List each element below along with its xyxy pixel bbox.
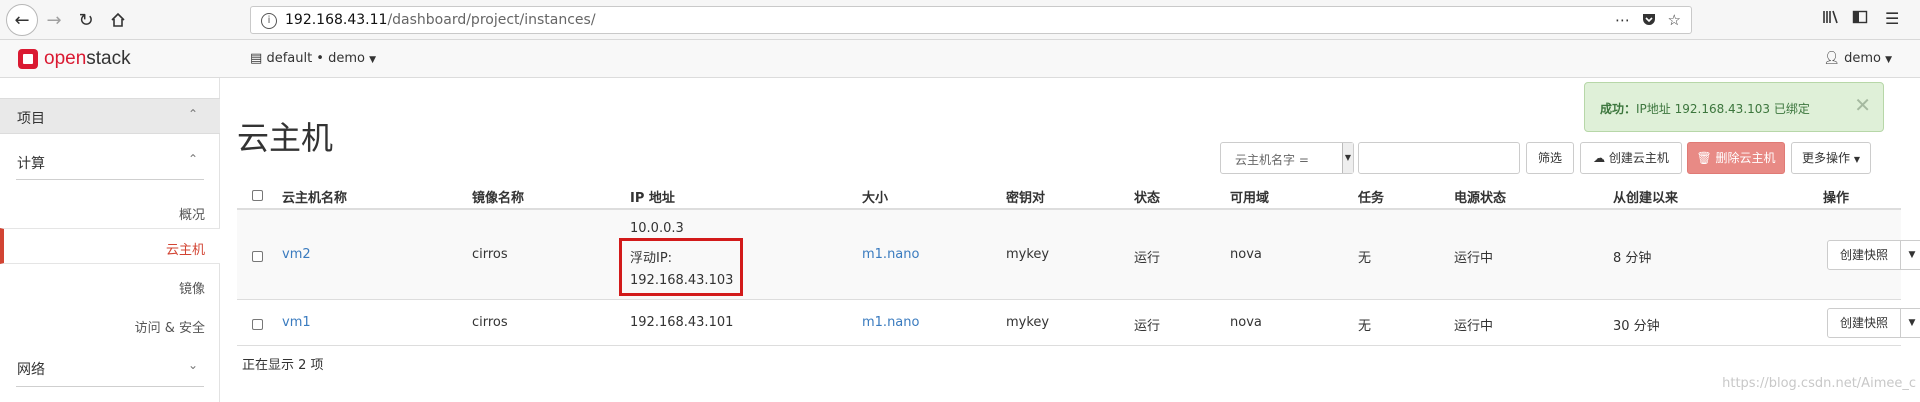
- filter-field-select[interactable]: 云主机名字 = ▼: [1220, 142, 1354, 174]
- column-header[interactable]: 云主机名称: [282, 187, 347, 206]
- sidebar-item-images[interactable]: 镜像: [0, 268, 220, 304]
- page-title: 云主机: [237, 119, 334, 158]
- chevron-up-icon: ⌃: [187, 152, 198, 166]
- row-actions-dropdown[interactable]: ▼: [1900, 308, 1920, 338]
- url-text[interactable]: 192.168.43.11/dashboard/project/instance…: [285, 12, 596, 28]
- image-name: cirros: [472, 315, 508, 330]
- flavor-link[interactable]: m1.nano: [862, 247, 919, 262]
- more-dots-icon[interactable]: ⋯: [1615, 11, 1631, 29]
- sidebar-section-compute[interactable]: 计算 ⌃: [0, 144, 220, 180]
- sidebar-item-overview[interactable]: 概况: [0, 194, 220, 230]
- project-icon: ▤: [250, 51, 263, 66]
- power-state: 运行中: [1454, 319, 1494, 334]
- column-header[interactable]: 任务: [1358, 187, 1384, 206]
- filter-button[interactable]: 筛选: [1526, 142, 1574, 174]
- sidebar-item-instances[interactable]: 云主机: [0, 228, 220, 264]
- openstack-logo-icon: [18, 49, 38, 69]
- task: 无: [1358, 319, 1372, 334]
- caret-down-icon: ▼: [1853, 155, 1860, 164]
- openstack-logo[interactable]: openstack: [18, 48, 131, 70]
- reload-icon[interactable]: ↻: [72, 6, 100, 34]
- column-header[interactable]: 密钥对: [1006, 187, 1045, 206]
- status: 运行: [1134, 251, 1161, 266]
- cloud-upload-icon: ☁: [1593, 151, 1606, 165]
- image-name: cirros: [472, 247, 508, 262]
- row-checkbox[interactable]: [252, 251, 263, 262]
- age: 30 分钟: [1613, 319, 1660, 334]
- sidebar-item-access-security[interactable]: 访问 & 安全: [0, 307, 220, 343]
- item-count: 正在显示 2 项: [242, 358, 324, 373]
- caret-down-icon: ▼: [369, 55, 377, 65]
- caret-down-icon: ▼: [1885, 55, 1892, 65]
- column-header[interactable]: 从创建以来: [1613, 187, 1678, 206]
- star-icon[interactable]: ☆: [1668, 11, 1681, 29]
- task: 无: [1358, 251, 1372, 266]
- delete-instance-button[interactable]: 🗑︎ 删除云主机: [1687, 142, 1785, 174]
- browser-toolbar: ← → ↻ i 192.168.43.11/dashboard/project/…: [0, 0, 1920, 40]
- user-menu[interactable]: 👤︎ demo ▼: [1823, 51, 1892, 66]
- column-header[interactable]: 大小: [862, 187, 888, 206]
- more-actions-button[interactable]: 更多操作 ▼: [1791, 142, 1871, 174]
- watermark: https://blog.csdn.net/Aimee_c: [1722, 376, 1916, 391]
- user-icon: 👤︎: [1823, 51, 1840, 66]
- sidebar: 项目 ⌃ 计算 ⌃ 概况 云主机 镜像 访问 & 安全 网络 ⌄: [0, 78, 220, 402]
- keypair: mykey: [1006, 247, 1050, 262]
- column-header[interactable]: 状态: [1134, 187, 1160, 206]
- fixed-ip: 192.168.43.101: [630, 315, 734, 330]
- column-header[interactable]: 可用域: [1230, 187, 1269, 206]
- address-bar[interactable]: i 192.168.43.11/dashboard/project/instan…: [250, 6, 1692, 34]
- create-snapshot-button[interactable]: 创建快照: [1827, 240, 1901, 270]
- filter-input[interactable]: [1358, 142, 1520, 174]
- status: 运行: [1134, 319, 1161, 334]
- availability-zone: nova: [1230, 247, 1262, 262]
- instance-name-link[interactable]: vm2: [282, 247, 311, 262]
- age: 8 分钟: [1613, 251, 1652, 266]
- availability-zone: nova: [1230, 315, 1262, 330]
- highlight-box: [619, 238, 743, 296]
- divider: [16, 179, 204, 180]
- sidebar-section-project[interactable]: 项目 ⌃: [0, 98, 220, 134]
- back-arrow-icon[interactable]: ←: [6, 4, 38, 36]
- column-header[interactable]: IP 地址: [630, 187, 675, 206]
- success-alert: 成功：IP地址 192.168.43.103 已绑定 ✕: [1584, 82, 1884, 132]
- forward-arrow-icon[interactable]: →: [40, 6, 68, 34]
- column-header[interactable]: 电源状态: [1454, 187, 1506, 206]
- close-icon[interactable]: ✕: [1854, 93, 1871, 117]
- chevron-up-icon: ⌃: [187, 107, 198, 121]
- main-content: 云主机 成功：IP地址 192.168.43.103 已绑定 ✕ 云主机名字 =…: [220, 78, 1920, 402]
- row-checkbox[interactable]: [252, 319, 263, 330]
- trash-icon: 🗑︎: [1696, 151, 1712, 165]
- menu-icon[interactable]: ☰: [1885, 9, 1899, 28]
- table-row: vm1 cirros 192.168.43.101 m1.nano mykey …: [237, 300, 1920, 346]
- sidebar-section-network[interactable]: 网络 ⌄: [0, 350, 220, 386]
- column-header: 操作: [1823, 191, 1850, 206]
- table-header: 云主机名称 镜像名称 IP 地址 大小 密钥对 状态 可用域 任务 电源状态 从…: [237, 180, 1901, 210]
- caret-down-icon: ▼: [1908, 318, 1916, 328]
- home-icon[interactable]: [104, 6, 132, 34]
- top-navbar: openstack ▤ default • demo ▼ 👤︎ demo ▼: [0, 40, 1920, 78]
- divider: [16, 386, 204, 387]
- select-all-checkbox[interactable]: [252, 190, 263, 201]
- fixed-ip: 10.0.0.3: [630, 221, 684, 236]
- info-icon[interactable]: i: [261, 13, 277, 29]
- instance-name-link[interactable]: vm1: [282, 315, 311, 330]
- chevron-down-icon: ⌄: [187, 358, 198, 372]
- caret-down-icon: ▼: [1908, 250, 1916, 260]
- row-actions-dropdown[interactable]: ▼: [1900, 240, 1920, 270]
- library-icon[interactable]: [1822, 9, 1840, 29]
- pocket-icon[interactable]: [1641, 11, 1657, 31]
- column-header[interactable]: 镜像名称: [472, 187, 524, 206]
- create-snapshot-button[interactable]: 创建快照: [1827, 308, 1901, 338]
- sidebar-toggle-icon[interactable]: [1852, 9, 1868, 29]
- table-row: vm2 cirros 10.0.0.3 浮动IP: 192.168.43.103…: [237, 210, 1920, 300]
- keypair: mykey: [1006, 315, 1050, 330]
- power-state: 运行中: [1454, 251, 1494, 266]
- project-selector[interactable]: ▤ default • demo ▼: [250, 51, 376, 66]
- caret-down-icon: ▼: [1342, 143, 1353, 173]
- flavor-link[interactable]: m1.nano: [862, 315, 919, 330]
- create-instance-button[interactable]: ☁ 创建云主机: [1580, 142, 1682, 174]
